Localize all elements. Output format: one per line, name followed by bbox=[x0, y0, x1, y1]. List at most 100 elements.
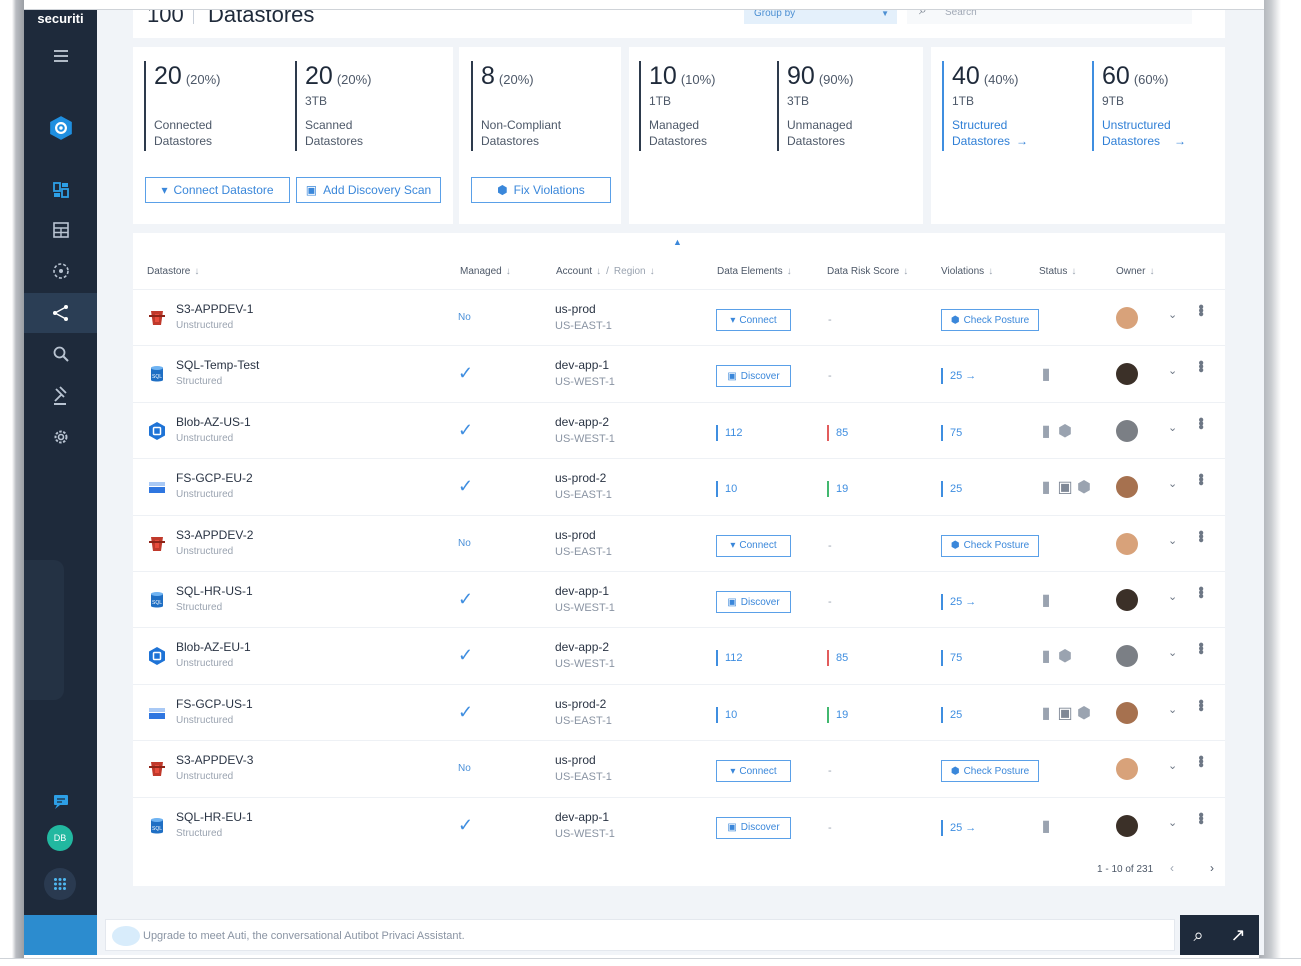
violations-value[interactable]: 25 → bbox=[941, 368, 976, 385]
chevron-down-icon[interactable]: ⌄ bbox=[1168, 534, 1177, 547]
next-page-button[interactable]: › bbox=[1210, 861, 1214, 875]
table-row[interactable]: S3-APPDEV-3 Unstructured No us-prod US-EAST-… bbox=[133, 740, 1225, 796]
table-row[interactable]: FS-GCP-EU-2 Unstructured ✓ us-prod-2 US-EAST… bbox=[133, 458, 1225, 514]
row-actions-icon[interactable]: ••• bbox=[1192, 586, 1209, 597]
datastore-name[interactable]: S3-APPDEV-2 bbox=[176, 528, 253, 542]
chevron-down-icon[interactable]: ⌄ bbox=[1168, 646, 1177, 659]
table-row[interactable]: SQL SQL-Temp-Test Structured ✓ dev-app-1 US-W… bbox=[133, 345, 1225, 401]
check-posture-button[interactable]: ⬢ Check Posture bbox=[941, 760, 1039, 783]
discovery-icon[interactable] bbox=[24, 251, 97, 291]
gavel-icon[interactable] bbox=[24, 376, 97, 416]
header-owner[interactable]: Owner ↓ bbox=[1116, 266, 1154, 277]
chevron-down-icon[interactable]: ⌄ bbox=[1168, 421, 1177, 434]
header-datastore[interactable]: Datastore ↓ bbox=[147, 266, 199, 277]
menu-icon[interactable] bbox=[24, 36, 97, 76]
header-violations[interactable]: Violations ↓ bbox=[941, 266, 993, 277]
plug-status-icon: ▮ bbox=[1041, 422, 1051, 440]
chevron-down-icon[interactable]: ⌄ bbox=[1168, 364, 1177, 377]
owner-avatar[interactable] bbox=[1116, 814, 1138, 837]
dashboard-icon[interactable] bbox=[24, 170, 97, 210]
assistant-search-icon[interactable]: ⌕ bbox=[1193, 925, 1203, 946]
owner-avatar[interactable] bbox=[1116, 307, 1138, 329]
privaci-hex-icon[interactable] bbox=[24, 108, 97, 148]
discover-button[interactable]: ▣ Discover bbox=[716, 816, 791, 839]
structured-datastores-link[interactable]: Structured Datastores → bbox=[952, 117, 1072, 149]
header-account-region[interactable]: Account ↓ / Region ↓ bbox=[556, 266, 655, 277]
settings-gear-icon[interactable] bbox=[24, 417, 97, 457]
chevron-down-icon[interactable]: ⌄ bbox=[1168, 590, 1177, 603]
header-managed[interactable]: Managed ↓ bbox=[460, 266, 511, 277]
data-map-icon[interactable] bbox=[24, 293, 97, 333]
connect-button[interactable]: ▾ Connect bbox=[716, 760, 791, 783]
datastore-name[interactable]: S3-APPDEV-3 bbox=[176, 753, 253, 767]
pagination-label: 1 - 10 of 231 bbox=[1097, 864, 1154, 875]
table-icon[interactable] bbox=[24, 210, 97, 250]
check-posture-button[interactable]: ⬢ Check Posture bbox=[941, 534, 1039, 557]
header-data-risk-score[interactable]: Data Risk Score ↓ bbox=[827, 266, 908, 277]
owner-avatar[interactable] bbox=[1116, 419, 1138, 442]
datastore-name[interactable]: SQL-HR-EU-1 bbox=[176, 810, 253, 824]
user-avatar[interactable]: DB bbox=[47, 825, 73, 851]
row-actions-icon[interactable]: ••• bbox=[1192, 473, 1209, 484]
table-row[interactable]: Blob-AZ-US-1 Unstructured ✓ dev-app-2 US-WES… bbox=[133, 401, 1225, 458]
table-row[interactable]: S3-APPDEV-2 Unstructured No us-prod US-EAST-… bbox=[133, 514, 1225, 571]
owner-avatar[interactable] bbox=[1116, 645, 1138, 668]
unstructured-datastores-link[interactable]: Unstructured Datastores → bbox=[1102, 117, 1222, 149]
connect-button[interactable]: ▾ Connect bbox=[716, 534, 791, 557]
prev-page-button[interactable]: ‹ bbox=[1170, 861, 1174, 875]
connect-button[interactable]: ▾ Connect bbox=[716, 309, 791, 331]
group-by-select[interactable]: Group by ▼ bbox=[744, 10, 897, 24]
assistant-bar[interactable]: Upgrade to meet Auti, the conversational… bbox=[105, 919, 1175, 951]
row-actions-icon[interactable]: ••• bbox=[1192, 642, 1209, 653]
datastore-name[interactable]: SQL-HR-US-1 bbox=[176, 584, 253, 598]
owner-avatar[interactable] bbox=[1116, 363, 1138, 386]
row-actions-icon[interactable]: ••• bbox=[1192, 417, 1209, 428]
add-discovery-scan-button[interactable]: ▣ Add Discovery Scan bbox=[296, 177, 441, 203]
stat-unstructured[interactable]: 60 (60%) 9TB Unstructured Datastores → bbox=[1092, 61, 1222, 151]
search-input[interactable]: ⌕ Search bbox=[907, 10, 1192, 24]
header-data-elements[interactable]: Data Elements ↓ bbox=[717, 266, 792, 277]
chevron-down-icon[interactable]: ⌄ bbox=[1168, 477, 1177, 490]
datastore-name[interactable]: FS-GCP-US-1 bbox=[176, 697, 253, 711]
owner-avatar[interactable] bbox=[1116, 532, 1138, 555]
row-actions-icon[interactable]: ••• bbox=[1192, 360, 1209, 371]
table-row[interactable]: FS-GCP-US-1 Unstructured ✓ us-prod-2 US-EAST… bbox=[133, 683, 1225, 740]
datastore-name[interactable]: Blob-AZ-EU-1 bbox=[176, 640, 251, 654]
chevron-down-icon[interactable]: ⌄ bbox=[1168, 703, 1177, 716]
row-actions-icon[interactable]: ••• bbox=[1192, 755, 1209, 766]
row-actions-icon[interactable]: ••• bbox=[1192, 304, 1209, 315]
fix-violations-button[interactable]: ⬢ Fix Violations bbox=[471, 177, 611, 203]
owner-avatar[interactable] bbox=[1116, 589, 1138, 611]
table-row[interactable]: Blob-AZ-EU-1 Unstructured ✓ dev-app-2 US-WES… bbox=[133, 627, 1225, 683]
table-row[interactable]: S3-APPDEV-1 Unstructured No us-prod US-EAST-… bbox=[133, 289, 1225, 345]
row-actions-icon[interactable]: ••• bbox=[1192, 530, 1209, 541]
owner-avatar[interactable] bbox=[1116, 758, 1138, 781]
discover-button[interactable]: ▣ Discover bbox=[716, 365, 791, 388]
table-row[interactable]: SQL SQL-HR-US-1 Structured ✓ dev-app-1 US-WES… bbox=[133, 571, 1225, 627]
datastore-name[interactable]: S3-APPDEV-1 bbox=[176, 302, 253, 316]
row-actions-icon[interactable]: ••• bbox=[1192, 699, 1209, 710]
discover-button[interactable]: ▣ Discover bbox=[716, 591, 791, 613]
expand-arrow-icon[interactable]: ↗ bbox=[1230, 925, 1245, 946]
check-posture-button[interactable]: ⬢ Check Posture bbox=[941, 309, 1039, 331]
chat-icon[interactable] bbox=[24, 782, 97, 822]
owner-avatar[interactable] bbox=[1116, 701, 1138, 724]
violations-value[interactable]: 25 → bbox=[941, 819, 976, 836]
chevron-down-icon[interactable]: ⌄ bbox=[1168, 308, 1177, 321]
owner-avatar[interactable] bbox=[1116, 476, 1138, 499]
violations-value[interactable]: 25 → bbox=[941, 594, 976, 610]
search-icon[interactable] bbox=[24, 334, 97, 374]
datastore-sql-icon: SQL bbox=[147, 816, 167, 836]
stat-structured[interactable]: 40 (40%) 1TB Structured Datastores → bbox=[942, 61, 1072, 151]
datastore-name[interactable]: SQL-Temp-Test bbox=[176, 358, 259, 372]
apps-grid-icon[interactable] bbox=[44, 868, 76, 900]
chevron-down-icon[interactable]: ⌄ bbox=[1168, 816, 1177, 829]
row-actions-icon[interactable]: ••• bbox=[1192, 812, 1209, 823]
datastore-name[interactable]: Blob-AZ-US-1 bbox=[176, 415, 251, 429]
table-row[interactable]: SQL SQL-HR-EU-1 Structured ✓ dev-app-1 US-WES… bbox=[133, 796, 1225, 853]
collapse-caret-icon[interactable]: ▲ bbox=[673, 237, 682, 247]
datastore-name[interactable]: FS-GCP-EU-2 bbox=[176, 471, 253, 485]
chevron-down-icon[interactable]: ⌄ bbox=[1168, 759, 1177, 772]
connect-datastore-button[interactable]: ▾ Connect Datastore bbox=[145, 177, 290, 203]
header-status[interactable]: Status ↓ bbox=[1039, 266, 1076, 277]
